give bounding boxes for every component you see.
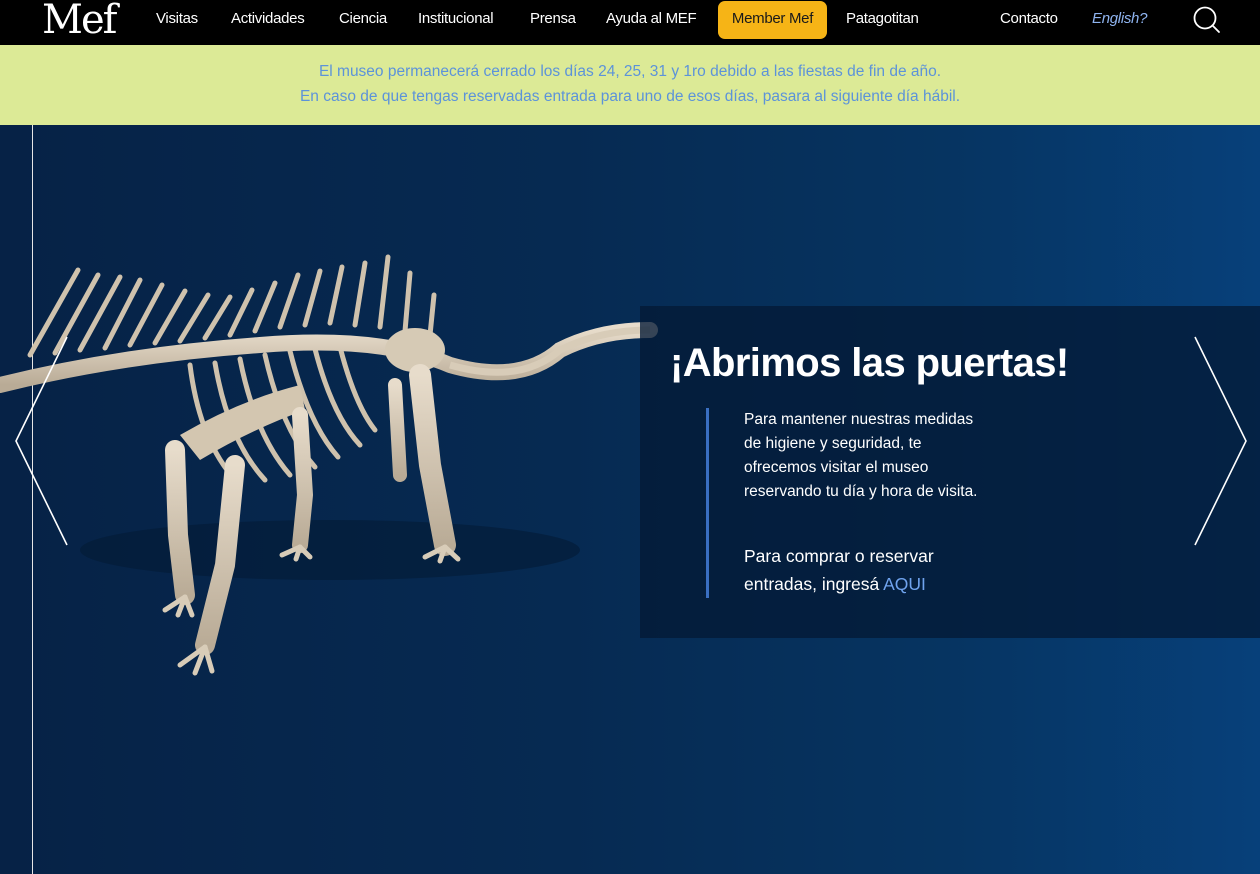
nav-contacto[interactable]: Contacto [1000,0,1058,40]
accent-bar [706,408,709,598]
mef-logo[interactable]: Mef [42,0,117,42]
top-navigation: Mef Visitas Actividades Ciencia Instituc… [0,0,1260,45]
nav-english[interactable]: English? [1092,0,1147,40]
hero-slider: ¡Abrimos las puertas! Para mantener nues… [0,125,1260,874]
nav-patagotitan[interactable]: Patagotitan [846,0,919,40]
buy-tickets-link[interactable]: AQUI [883,574,926,594]
chevron-right-icon[interactable] [1192,335,1248,547]
nav-visitas[interactable]: Visitas [156,0,198,40]
nav-actividades[interactable]: Actividades [231,0,305,40]
nav-prensa[interactable]: Prensa [530,0,576,40]
nav-ciencia[interactable]: Ciencia [339,0,387,40]
nav-ayuda-al-mef[interactable]: Ayuda al MEF [606,0,697,40]
closure-notice-banner: El museo permanecerá cerrado los días 24… [0,45,1260,125]
chevron-left-icon[interactable] [14,335,70,547]
notice-line-2: En caso de que tengas reservadas entrada… [299,88,961,105]
nav-institucional[interactable]: Institucional [418,0,494,40]
notice-line-1: El museo permanecerá cerrado los días 24… [318,63,942,80]
nav-member-mef-button[interactable]: Member Mef [718,1,827,39]
hero-paragraph-1: Para mantener nuestras medidas de higien… [744,411,978,500]
dinosaur-skeleton-image [0,254,658,676]
hero-title: ¡Abrimos las puertas! [670,341,1069,385]
search-icon[interactable] [1192,5,1222,35]
hero-paragraph-2: Para comprar o reservar entradas, ingres… [744,543,994,598]
